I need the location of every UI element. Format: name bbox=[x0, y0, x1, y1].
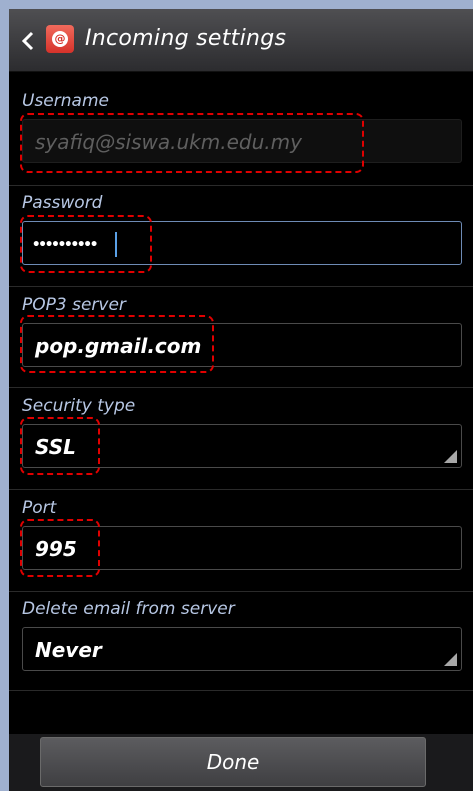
password-label: Password bbox=[22, 193, 103, 213]
security-label: Security type bbox=[22, 396, 136, 416]
delete-label: Delete email from server bbox=[22, 599, 235, 619]
delete-value: Never bbox=[35, 638, 102, 662]
incoming-settings-screen: @ Incoming settings Username syafiq@sisw… bbox=[9, 9, 473, 791]
divider bbox=[9, 387, 473, 388]
security-annotation bbox=[20, 417, 100, 475]
divider bbox=[9, 591, 473, 592]
dropdown-corner-icon bbox=[444, 653, 457, 666]
username-label: Username bbox=[22, 91, 109, 111]
username-annotation bbox=[20, 113, 364, 173]
port-label: Port bbox=[22, 498, 57, 518]
divider bbox=[9, 286, 473, 287]
divider bbox=[9, 185, 473, 186]
port-annotation bbox=[20, 519, 100, 577]
delete-section: Delete email from server Never bbox=[9, 599, 473, 679]
page-title: Incoming settings bbox=[85, 26, 287, 51]
delete-email-dropdown[interactable]: Never bbox=[22, 627, 462, 671]
divider bbox=[9, 690, 473, 691]
dropdown-corner-icon bbox=[444, 450, 457, 463]
server-label: POP3 server bbox=[22, 295, 126, 315]
server-annotation bbox=[20, 315, 214, 373]
password-annotation bbox=[20, 215, 152, 273]
action-bar: @ Incoming settings bbox=[9, 9, 473, 72]
divider bbox=[9, 489, 473, 490]
back-arrow-icon[interactable] bbox=[18, 29, 38, 53]
done-button[interactable]: Done bbox=[40, 737, 426, 787]
at-sign-icon: @ bbox=[52, 31, 68, 47]
email-app-icon: @ bbox=[46, 25, 74, 53]
